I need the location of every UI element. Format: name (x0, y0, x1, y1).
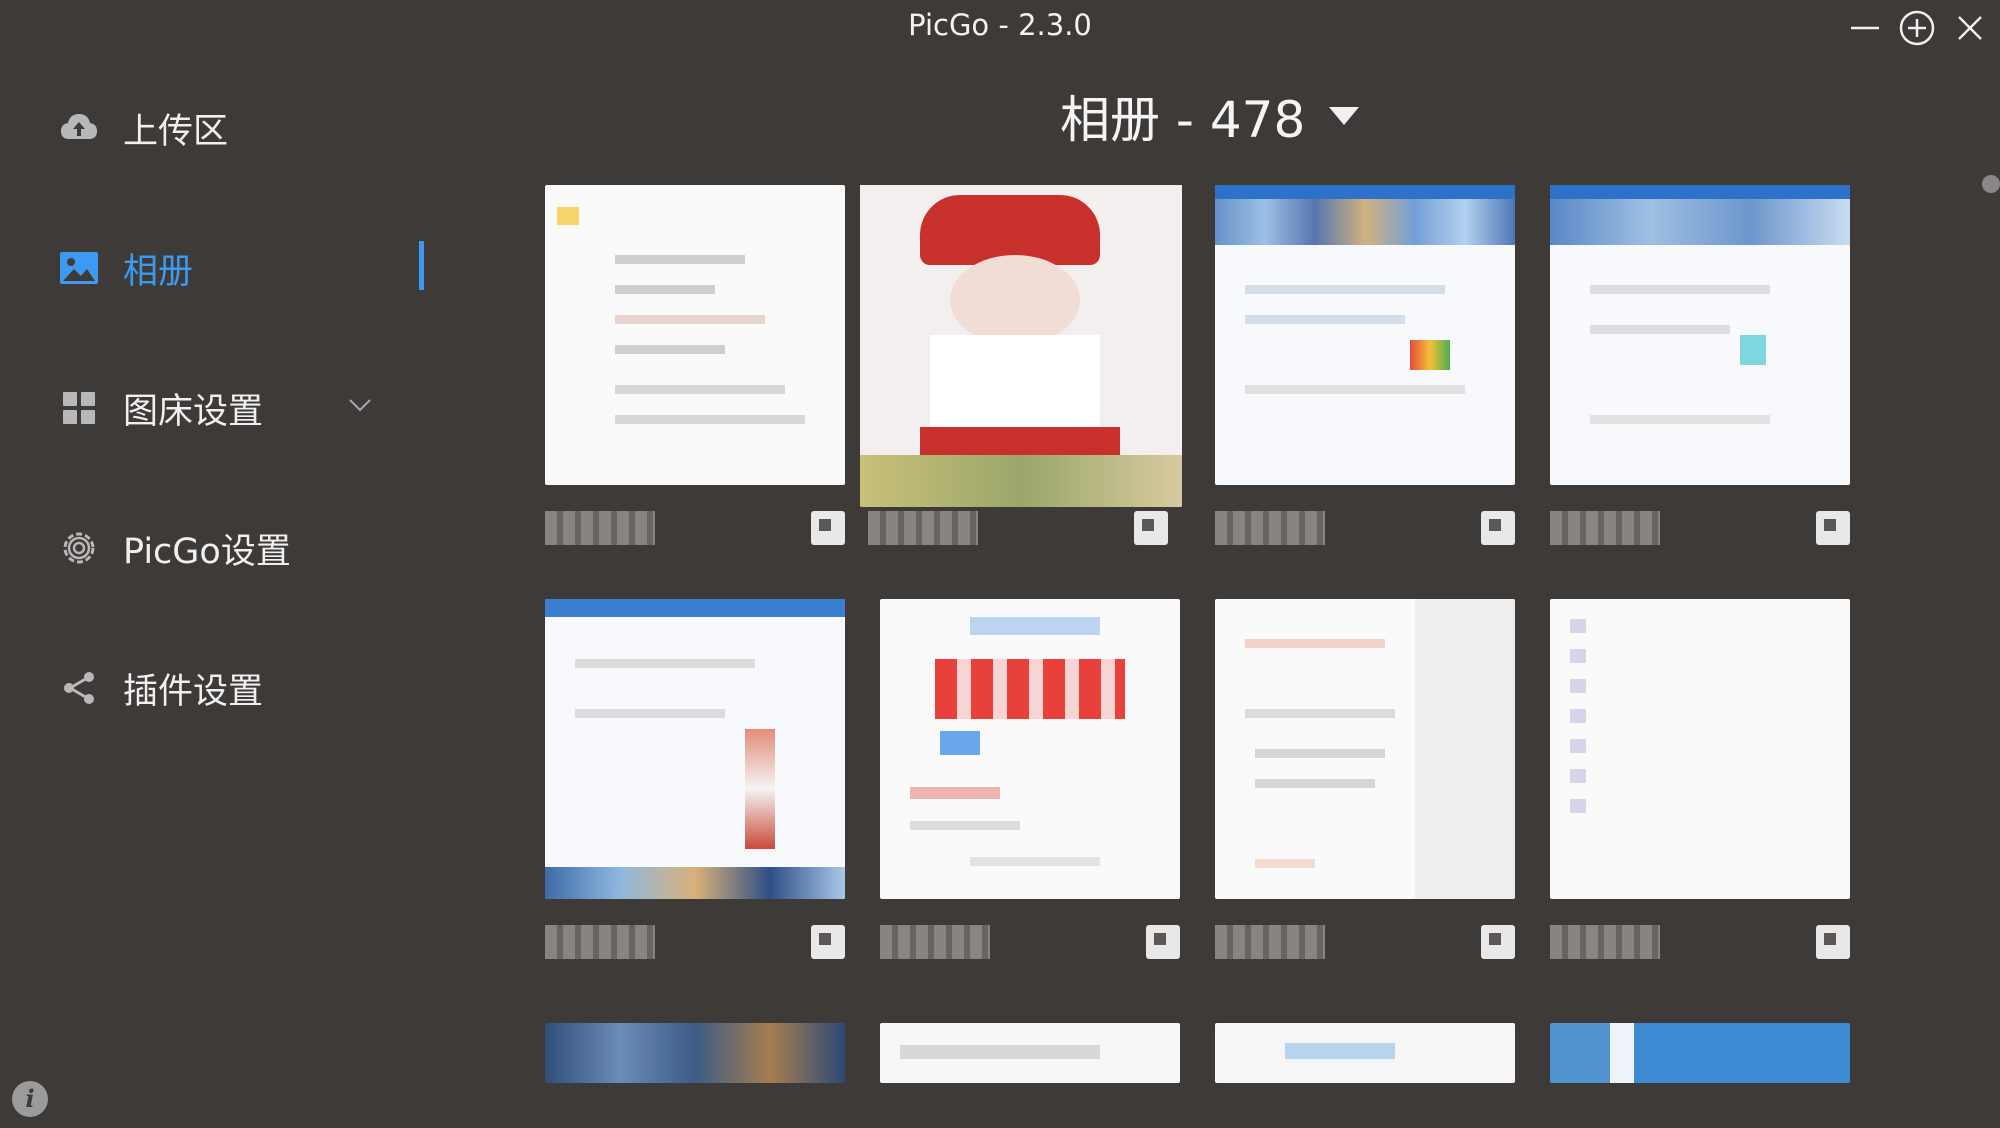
file-name (545, 925, 655, 959)
active-indicator (419, 241, 424, 290)
sidebar-item-label: 相册 (123, 251, 194, 292)
info-icon[interactable]: i (12, 1081, 48, 1117)
sidebar-item-plugin-settings[interactable]: 插件设置 (55, 658, 263, 718)
title-bar: PicGo - 2.3.0 (0, 0, 2000, 56)
image-caption (1215, 511, 1515, 545)
minimize-button[interactable] (1845, 8, 1885, 48)
sidebar-item-gallery[interactable]: 相册 (55, 238, 193, 298)
file-name (868, 511, 978, 545)
sidebar-item-label: PicGo设置 (123, 531, 291, 572)
file-name (1215, 511, 1325, 545)
sidebar (0, 56, 450, 1128)
gallery-grid (545, 185, 1850, 1085)
image-action-button[interactable] (1146, 925, 1180, 959)
image-caption (1215, 925, 1515, 959)
close-icon (1958, 16, 1982, 40)
caret-down-icon (1329, 107, 1360, 125)
image-thumbnail[interactable] (1550, 185, 1850, 485)
image-caption (880, 925, 1180, 959)
chevron-down-icon[interactable] (346, 391, 374, 419)
window-title: PicGo - 2.3.0 (908, 8, 1092, 42)
file-name (880, 925, 990, 959)
image-caption (1550, 925, 1850, 959)
image-thumbnail[interactable] (1550, 599, 1850, 899)
page-title: 相册 - 478 (1060, 91, 1306, 149)
maximize-button[interactable] (1897, 8, 1937, 48)
image-caption (868, 511, 1168, 545)
image-thumbnail[interactable] (1550, 1023, 1850, 1083)
image-action-button[interactable] (811, 511, 845, 545)
sidebar-item-label: 上传区 (123, 111, 229, 152)
image-thumbnail[interactable] (545, 599, 845, 899)
image-action-button[interactable] (1481, 511, 1515, 545)
image-caption (1550, 511, 1850, 545)
image-thumbnail[interactable] (860, 185, 1182, 507)
image-thumbnail[interactable] (545, 185, 845, 485)
image-action-button[interactable] (811, 925, 845, 959)
image-caption (545, 511, 845, 545)
file-name (1550, 925, 1660, 959)
minimize-icon (1851, 26, 1879, 30)
image-thumbnail[interactable] (1215, 185, 1515, 485)
plus-circle-icon (1899, 10, 1935, 46)
image-icon (55, 244, 103, 292)
image-caption (545, 925, 845, 959)
file-name (1550, 511, 1660, 545)
image-action-button[interactable] (1134, 511, 1168, 545)
image-thumbnail[interactable] (1215, 1023, 1515, 1083)
sidebar-item-picgo-settings[interactable]: PicGo设置 (55, 518, 291, 578)
scrollbar[interactable] (1982, 175, 2000, 193)
close-button[interactable] (1950, 8, 1990, 48)
image-action-button[interactable] (1816, 511, 1850, 545)
sidebar-item-picbed-settings[interactable]: 图床设置 (55, 378, 263, 438)
cloud-upload-icon (55, 104, 103, 152)
image-action-button[interactable] (1816, 925, 1850, 959)
image-thumbnail[interactable] (1215, 599, 1515, 899)
sidebar-item-upload[interactable]: 上传区 (55, 98, 228, 158)
sidebar-item-label: 图床设置 (123, 391, 264, 432)
file-name (1215, 925, 1325, 959)
image-thumbnail[interactable] (880, 1023, 1180, 1083)
image-thumbnail[interactable] (880, 599, 1180, 899)
grid-icon (55, 384, 103, 432)
gallery-heading[interactable]: 相册 - 478 (1060, 84, 1361, 149)
share-icon (55, 664, 103, 712)
gear-icon (55, 524, 103, 572)
sidebar-item-label: 插件设置 (123, 671, 264, 712)
file-name (545, 511, 655, 545)
image-action-button[interactable] (1481, 925, 1515, 959)
image-thumbnail[interactable] (545, 1023, 845, 1083)
